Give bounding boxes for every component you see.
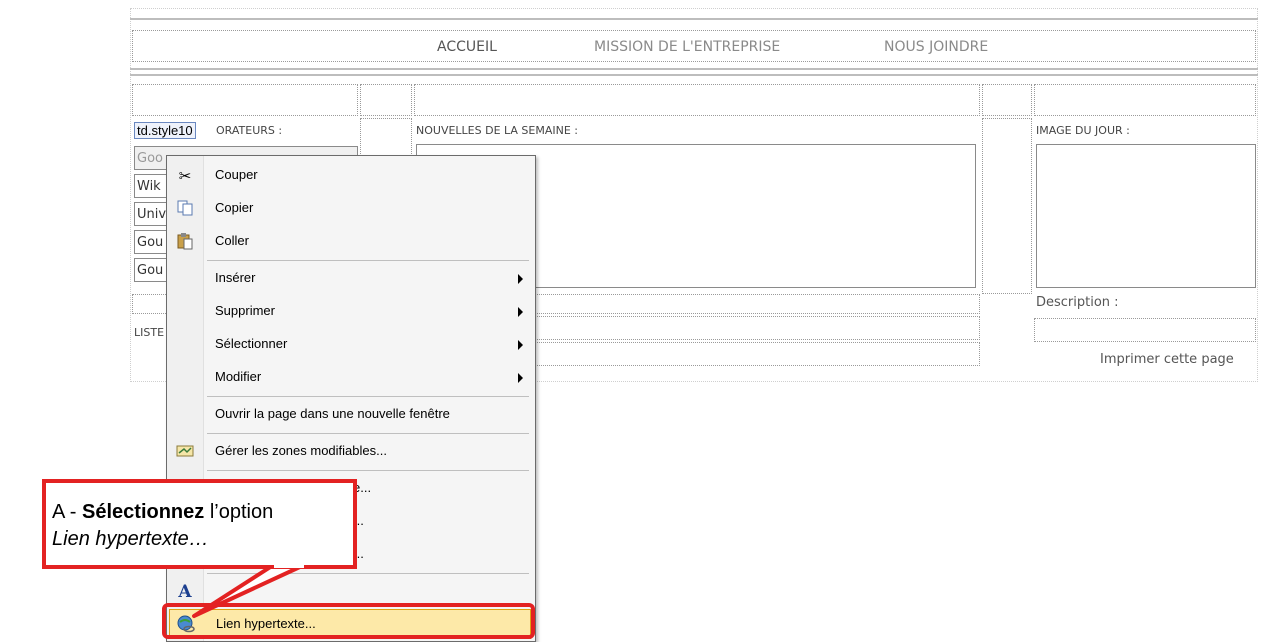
menu-item-label: Couper [215, 167, 258, 182]
menu-item-label: Ouvrir la page dans une nouvelle fenêtre [215, 406, 450, 421]
link-text: Gou [137, 263, 164, 278]
grid-cell [132, 84, 358, 116]
link-cell[interactable]: Gou [134, 258, 170, 282]
callout-line-1: A - Sélectionnez l’option [52, 501, 273, 524]
editable-regions-icon [175, 442, 195, 462]
grid-cell [982, 84, 1032, 116]
menu-separator [207, 470, 529, 471]
callout-bold: Sélectionnez [82, 501, 205, 523]
menu-separator [207, 260, 529, 261]
menu-item-gerer-zones[interactable]: Gérer les zones modifiables... [167, 436, 535, 468]
menu-item-label: Copier [215, 200, 254, 215]
scissors-icon: ✂ [178, 167, 192, 185]
instruction-callout: A - Sélectionnez l’option Lien hypertext… [42, 479, 357, 569]
submenu-arrow-icon [518, 307, 523, 317]
menu-separator [207, 433, 529, 434]
menu-item-label: Sélectionner [215, 336, 288, 351]
image-box[interactable] [1036, 144, 1256, 288]
link-cell[interactable]: Wik [134, 174, 170, 198]
link-text: Goo [137, 151, 163, 166]
menu-item-label: Gérer les zones modifiables... [215, 443, 387, 458]
callout-middle: l’option [204, 501, 274, 523]
grid-cell [982, 118, 1032, 294]
nav-contact-link[interactable]: NOUS JOINDRE [884, 39, 988, 55]
menu-item-couper[interactable]: ✂ Couper [167, 160, 535, 192]
menu-item-ouvrir-nouvelle-fenetre[interactable]: Ouvrir la page dans une nouvelle fenêtre [167, 399, 535, 431]
left-heading: ORATEURS : [216, 124, 283, 137]
menu-item-supprimer[interactable]: Supprimer [167, 296, 535, 328]
menu-separator [207, 396, 529, 397]
grid-cell [1034, 84, 1256, 116]
link-cell[interactable]: Univ [134, 202, 170, 226]
callout-pointer-join [274, 563, 304, 568]
grid-cell [414, 84, 980, 116]
copy-icon [175, 199, 195, 219]
callout-prefix: A - [52, 501, 83, 523]
nav-rule-2 [130, 74, 1258, 76]
link-text: Wik [137, 179, 161, 194]
menu-item-label: Supprimer [215, 303, 275, 318]
top-rule [130, 18, 1258, 20]
nav-home-link[interactable]: ACCUEIL [437, 39, 497, 55]
menu-item-label: Coller [215, 233, 249, 248]
list-label: LISTE [134, 326, 165, 339]
menu-item-coller[interactable]: Coller [167, 226, 535, 258]
submenu-arrow-icon [518, 274, 523, 284]
link-cell[interactable]: Gou [134, 230, 170, 254]
menu-item-copier[interactable]: Copier [167, 193, 535, 225]
submenu-arrow-icon [518, 340, 523, 350]
news-heading: NOUVELLES DE LA SEMAINE : [416, 124, 578, 137]
submenu-arrow-icon [518, 373, 523, 383]
menu-item-modifier[interactable]: Modifier [167, 362, 535, 394]
grid-cell [360, 84, 412, 116]
callout-line-2: Lien hypertexte… [52, 528, 209, 551]
image-heading: IMAGE DU JOUR : [1036, 124, 1130, 137]
callout-italic: Lien hypertexte… [52, 528, 209, 550]
description-label: Description : [1036, 295, 1119, 310]
menu-item-inserer[interactable]: Insérer [167, 263, 535, 295]
callout-pointer [192, 564, 304, 618]
nav-rule-1 [130, 68, 1258, 70]
nav-mission-link[interactable]: MISSION DE L'ENTREPRISE [594, 39, 780, 55]
link-text: Univ [137, 207, 167, 222]
menu-item-label: Insérer [215, 270, 256, 285]
menu-item-selectionner[interactable]: Sélectionner [167, 329, 535, 361]
grid-cell [1034, 318, 1256, 342]
paste-icon [175, 232, 195, 252]
link-text: Gou [137, 235, 164, 250]
style-tag: td.style10 [134, 122, 196, 139]
menu-item-label: Modifier [215, 369, 262, 384]
print-link[interactable]: Imprimer cette page [1100, 352, 1234, 367]
